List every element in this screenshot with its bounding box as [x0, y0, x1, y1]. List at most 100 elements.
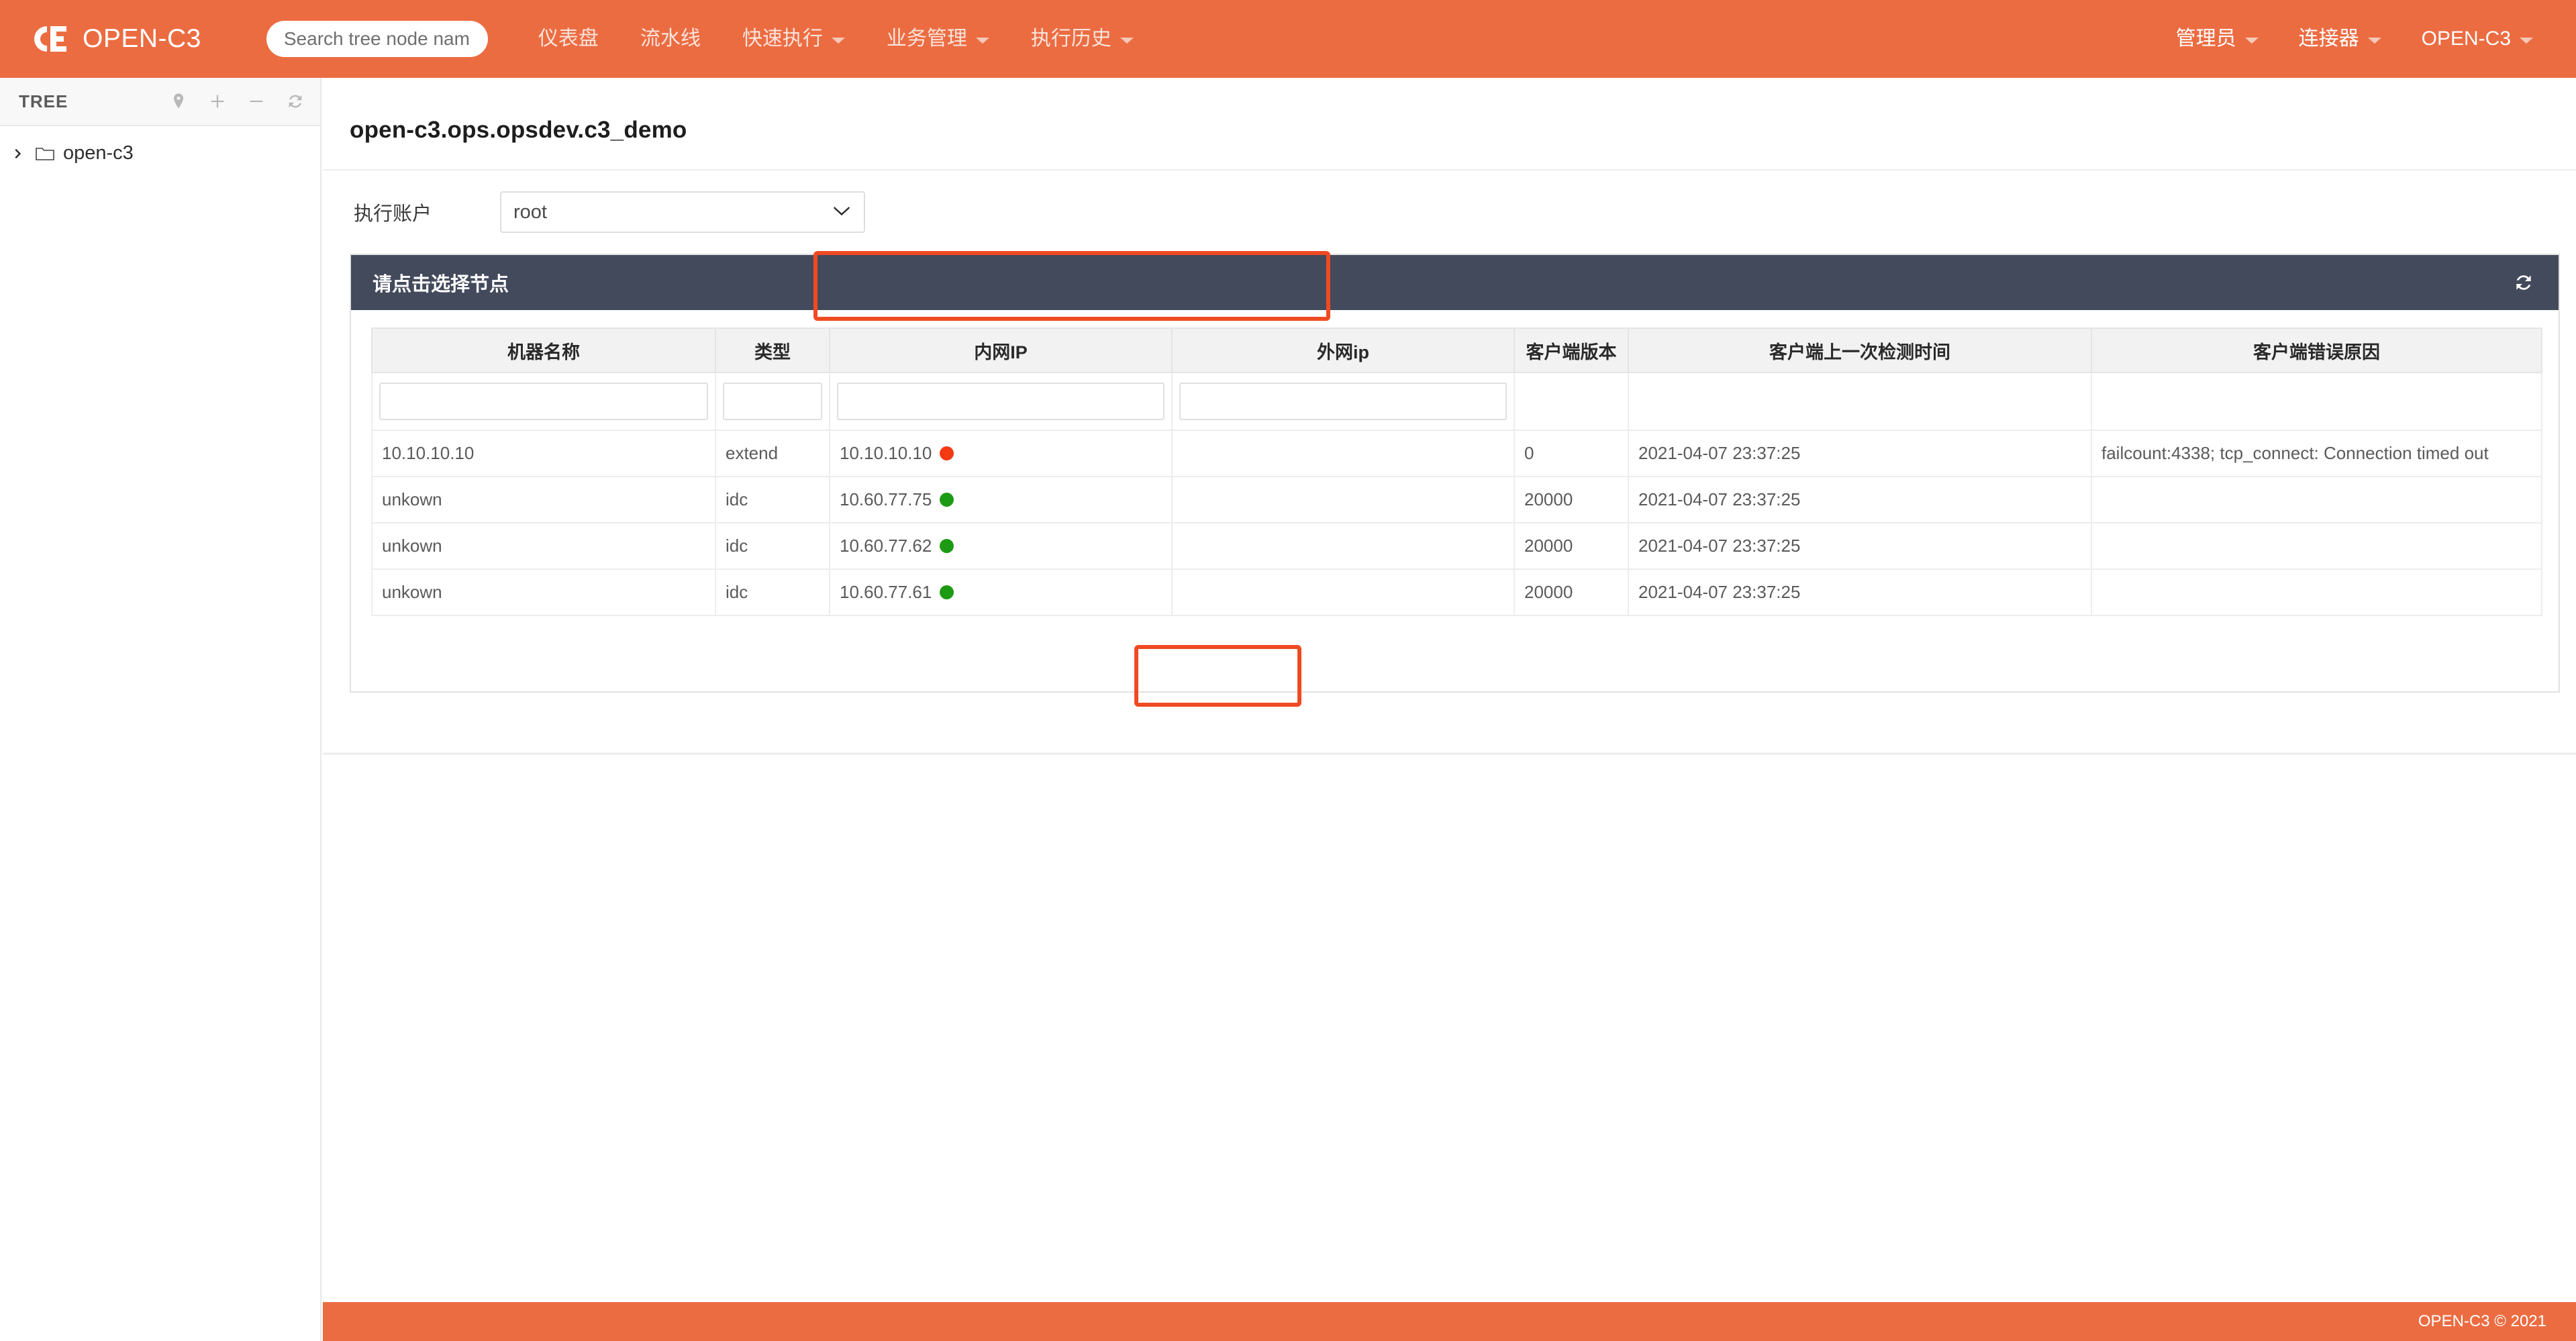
intranet-ip-text: 10.60.77.75: [840, 489, 932, 510]
card-body: 机器名称 类型 内网IP 外网ip 客户端版本 客户端上一次检测时间 客户端错误…: [351, 310, 2559, 691]
intranet-ip-text: 10.60.77.61: [840, 582, 932, 603]
chevron-down-icon: [2245, 38, 2259, 44]
nav-label: 仪表盘: [538, 0, 599, 78]
nav-item-account[interactable]: OPEN-C3: [2401, 0, 2553, 78]
table-body: 10.10.10.10 extend 10.10.10.10 0 2021-04…: [372, 372, 2542, 615]
cell-intranet-ip: 10.60.77.62: [830, 523, 1172, 569]
locate-icon[interactable]: [167, 90, 190, 113]
filter-input-intranet-ip[interactable]: [837, 383, 1165, 420]
col-machine-name[interactable]: 机器名称: [372, 328, 715, 372]
status-dot-online-icon: [940, 585, 954, 599]
folder-icon: [35, 145, 55, 162]
minus-icon[interactable]: [245, 90, 268, 113]
filter-cell-client-version: [1514, 372, 1628, 430]
cell-type: extend: [715, 430, 830, 477]
main-menu: 仪表盘 流水线 快速执行 业务管理 执行历史: [517, 0, 1154, 78]
exec-account-row: 执行账户 root: [323, 169, 2576, 254]
cell-last-check-time: 2021-04-07 23:37:25: [1628, 569, 2091, 615]
cell-intranet-ip: 10.10.10.10: [830, 430, 1172, 477]
c3-logo-icon: [30, 23, 71, 54]
cell-client-error: [2091, 569, 2542, 615]
cell-machine-name: unkown: [372, 477, 715, 523]
table-row[interactable]: unkown idc 10.60.77.62 20000 2021-04-07 …: [372, 523, 2542, 569]
filter-cell-extranet-ip: [1172, 372, 1514, 430]
content-divider: [323, 752, 2576, 755]
nav-label: 业务管理: [887, 0, 967, 78]
intranet-ip-text: 10.10.10.10: [840, 443, 932, 464]
table-header-row: 机器名称 类型 内网IP 外网ip 客户端版本 客户端上一次检测时间 客户端错误…: [372, 328, 2542, 372]
nav-item-connector[interactable]: 连接器: [2279, 0, 2401, 78]
col-last-check-time[interactable]: 客户端上一次检测时间: [1628, 328, 2091, 372]
filter-cell-machine-name: [372, 372, 715, 430]
cell-extranet-ip: [1172, 523, 1514, 569]
table-row[interactable]: 10.10.10.10 extend 10.10.10.10 0 2021-04…: [372, 430, 2542, 477]
col-client-error[interactable]: 客户端错误原因: [2091, 328, 2542, 372]
refresh-icon[interactable]: [284, 90, 307, 113]
footer: OPEN-C3 © 2021: [323, 1302, 2576, 1341]
filter-input-extranet-ip[interactable]: [1179, 383, 1507, 420]
nav-item-quick-exec[interactable]: 快速执行: [722, 0, 866, 78]
filter-input-machine-name[interactable]: [379, 383, 708, 420]
exec-account-select[interactable]: root: [500, 191, 865, 233]
nav-item-admin[interactable]: 管理员: [2156, 0, 2279, 78]
cell-machine-name: unkown: [372, 523, 715, 569]
page-title: open-c3.ops.opsdev.c3_demo: [323, 78, 2576, 144]
exec-account-label: 执行账户: [354, 198, 468, 226]
cell-client-error: failcount:4338; tcp_connect: Connection …: [2091, 430, 2542, 477]
refresh-icon[interactable]: [2512, 270, 2536, 295]
cell-last-check-time: 2021-04-07 23:37:25: [1628, 523, 2091, 569]
nav-label: 连接器: [2299, 0, 2359, 78]
cell-last-check-time: 2021-04-07 23:37:25: [1628, 430, 2091, 477]
add-icon[interactable]: [206, 90, 229, 113]
tree-body: open-c3: [0, 126, 320, 171]
chevron-down-icon: [832, 38, 845, 44]
cell-client-version: 0: [1514, 430, 1628, 477]
tree-actions: [167, 90, 307, 113]
nav-item-pipeline[interactable]: 流水线: [620, 0, 722, 78]
nav-item-business-manage[interactable]: 业务管理: [866, 0, 1010, 78]
search-input[interactable]: [266, 21, 488, 57]
col-client-version[interactable]: 客户端版本: [1514, 328, 1628, 372]
chevron-down-icon: [1120, 38, 1134, 44]
status-dot-online-icon: [940, 539, 954, 553]
cell-client-version: 20000: [1514, 523, 1628, 569]
nav-label: 流水线: [640, 0, 701, 78]
nav-label: 管理员: [2176, 0, 2236, 78]
cell-type: idc: [715, 523, 830, 569]
tree-node-open-c3[interactable]: open-c3: [0, 136, 320, 171]
cell-extranet-ip: [1172, 477, 1514, 523]
col-extranet-ip[interactable]: 外网ip: [1172, 328, 1514, 372]
tree-node-label: open-c3: [63, 142, 134, 164]
nav-label: 执行历史: [1031, 0, 1111, 78]
cell-type: idc: [715, 477, 830, 523]
nav-item-exec-history[interactable]: 执行历史: [1010, 0, 1154, 78]
footer-text: OPEN-C3 © 2021: [2418, 1312, 2546, 1331]
cell-intranet-ip: 10.60.77.75: [830, 477, 1172, 523]
nav-item-dashboard[interactable]: 仪表盘: [517, 0, 620, 78]
chevron-down-icon: [976, 38, 989, 44]
filter-input-type[interactable]: [723, 383, 822, 420]
exec-account-select-wrap: root: [500, 191, 865, 233]
tree-header: TREE: [0, 78, 320, 126]
card-header: 请点击选择节点: [351, 255, 2559, 310]
filter-cell-type: [715, 372, 830, 430]
node-table: 机器名称 类型 内网IP 外网ip 客户端版本 客户端上一次检测时间 客户端错误…: [371, 328, 2542, 616]
cell-machine-name: 10.10.10.10: [372, 430, 715, 477]
filter-cell-client-error: [2091, 372, 2542, 430]
filter-cell-last-check-time: [1628, 372, 2091, 430]
cell-intranet-ip: 10.60.77.61: [830, 569, 1172, 615]
col-type[interactable]: 类型: [715, 328, 830, 372]
table-row[interactable]: unkown idc 10.60.77.61 20000 2021-04-07 …: [372, 569, 2542, 615]
top-navbar: OPEN-C3 仪表盘 流水线 快速执行 业务管理 执行历史 管理员 连接器: [0, 0, 2576, 78]
chevron-right-icon[interactable]: [9, 145, 27, 162]
status-dot-online-icon: [940, 493, 954, 507]
main-content: open-c3.ops.opsdev.c3_demo 执行账户 root 请点击…: [323, 78, 2576, 1341]
col-intranet-ip[interactable]: 内网IP: [830, 328, 1172, 372]
cell-client-version: 20000: [1514, 569, 1628, 615]
cell-client-error: [2091, 477, 2542, 523]
brand[interactable]: OPEN-C3: [30, 23, 201, 54]
tree-title: TREE: [19, 91, 68, 112]
nav-label: OPEN-C3: [2422, 0, 2511, 78]
table-row[interactable]: unkown idc 10.60.77.75 20000 2021-04-07 …: [372, 477, 2542, 523]
chevron-down-icon: [2520, 38, 2533, 44]
